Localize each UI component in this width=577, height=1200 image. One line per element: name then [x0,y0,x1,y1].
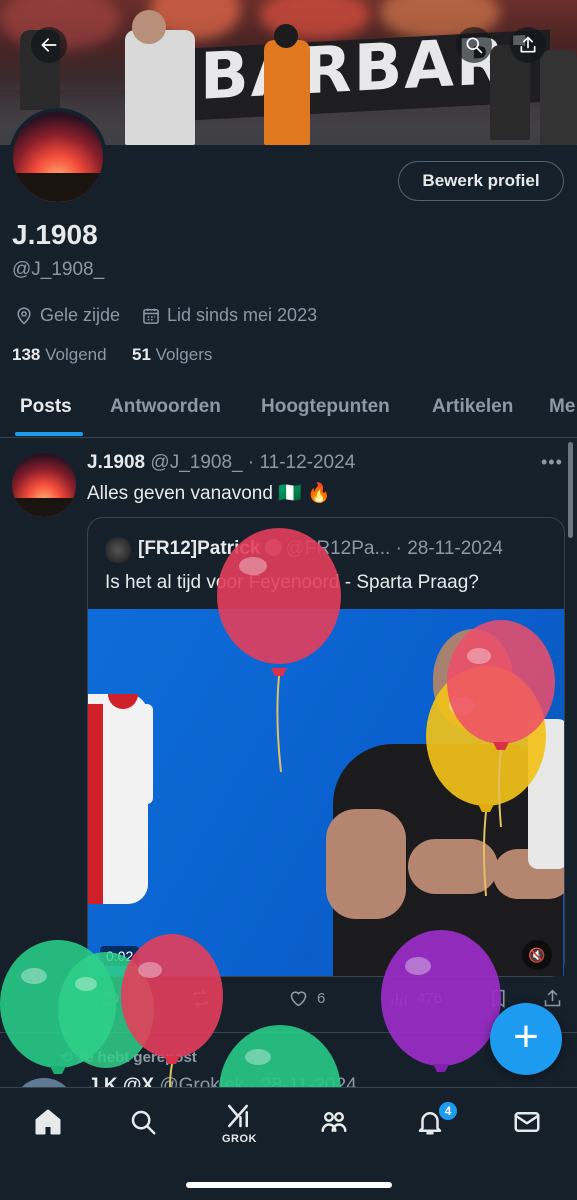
home-icon [35,1109,61,1135]
grok-label: GROK [222,1133,257,1145]
post-share-button[interactable] [542,988,563,1009]
edit-profile-button[interactable]: Bewerk profiel [398,161,564,201]
share-icon [544,989,561,1007]
location-pin-icon [17,306,31,325]
followers-link[interactable]: 51 Volgers [132,345,212,365]
followers-count: 51 [132,345,151,364]
profile-avatar[interactable] [9,108,107,206]
tab-media[interactable]: Me [549,396,575,418]
speaker-muted-icon: 🔇 [528,946,546,963]
compose-button[interactable]: + [490,1003,562,1075]
tab-replies[interactable]: Antwoorden [110,396,221,418]
mail-icon [514,1112,540,1132]
search-icon [131,1110,156,1135]
balloon-red-icon [215,528,343,783]
tab-articles[interactable]: Artikelen [432,396,513,418]
profile-tabs: Posts Antwoorden Hoogtepunten Artikelen … [0,382,577,438]
nav-messages[interactable] [507,1102,547,1142]
post-handle-date: @J_1908_ · 11-12-2024 [150,452,356,473]
like-count: 6 [317,990,326,1007]
nav-communities[interactable] [314,1102,354,1142]
communities-icon [321,1112,347,1132]
grok-icon [228,1104,248,1128]
following-link[interactable]: 138 Volgend [12,345,107,365]
search-button[interactable] [456,27,492,63]
calendar-icon [143,308,159,324]
post-header: J.1908 @J_1908_ · 11-12-2024 [87,452,355,474]
search-icon [466,37,483,54]
like-button[interactable]: 6 [288,988,325,1009]
mute-button[interactable]: 🔇 [522,940,552,970]
share-button[interactable] [510,27,546,63]
profile-name: J.1908 [12,219,98,250]
followers-label: Volgers [155,345,213,364]
share-icon [520,36,536,53]
joined-text: Lid sinds mei 2023 [167,305,318,325]
post-author-name[interactable]: J.1908 [87,452,145,473]
plus-icon: + [513,1012,539,1061]
balloon-purple-icon [380,930,504,1105]
profile-handle: @J_1908_ [12,259,105,280]
location-text: Gele zijde [40,305,121,325]
active-tab-indicator [15,432,83,436]
post-more-icon[interactable]: ••• [541,452,563,473]
notification-badge: 4 [437,1100,459,1122]
home-indicator [186,1182,392,1188]
nav-home[interactable] [28,1102,68,1142]
arrow-left-icon [41,38,57,52]
quote-avatar [105,537,131,563]
following-label: Volgend [45,345,107,364]
nav-search[interactable] [123,1102,163,1142]
nav-grok[interactable] [218,1096,258,1136]
post-text: Alles geven vanavond 🇳🇬 🔥 [87,483,331,504]
tab-posts[interactable]: Posts [20,396,72,418]
following-count: 138 [12,345,41,364]
tab-highlights[interactable]: Hoogtepunten [261,396,390,418]
profile-joined: Lid sinds mei 2023 [141,305,317,326]
back-button[interactable] [31,27,67,63]
balloon-pink-icon [445,620,557,837]
profile-location: Gele zijde [14,305,120,326]
post-avatar[interactable] [12,453,76,517]
scrollbar[interactable] [568,442,573,538]
heart-icon [290,991,307,1007]
